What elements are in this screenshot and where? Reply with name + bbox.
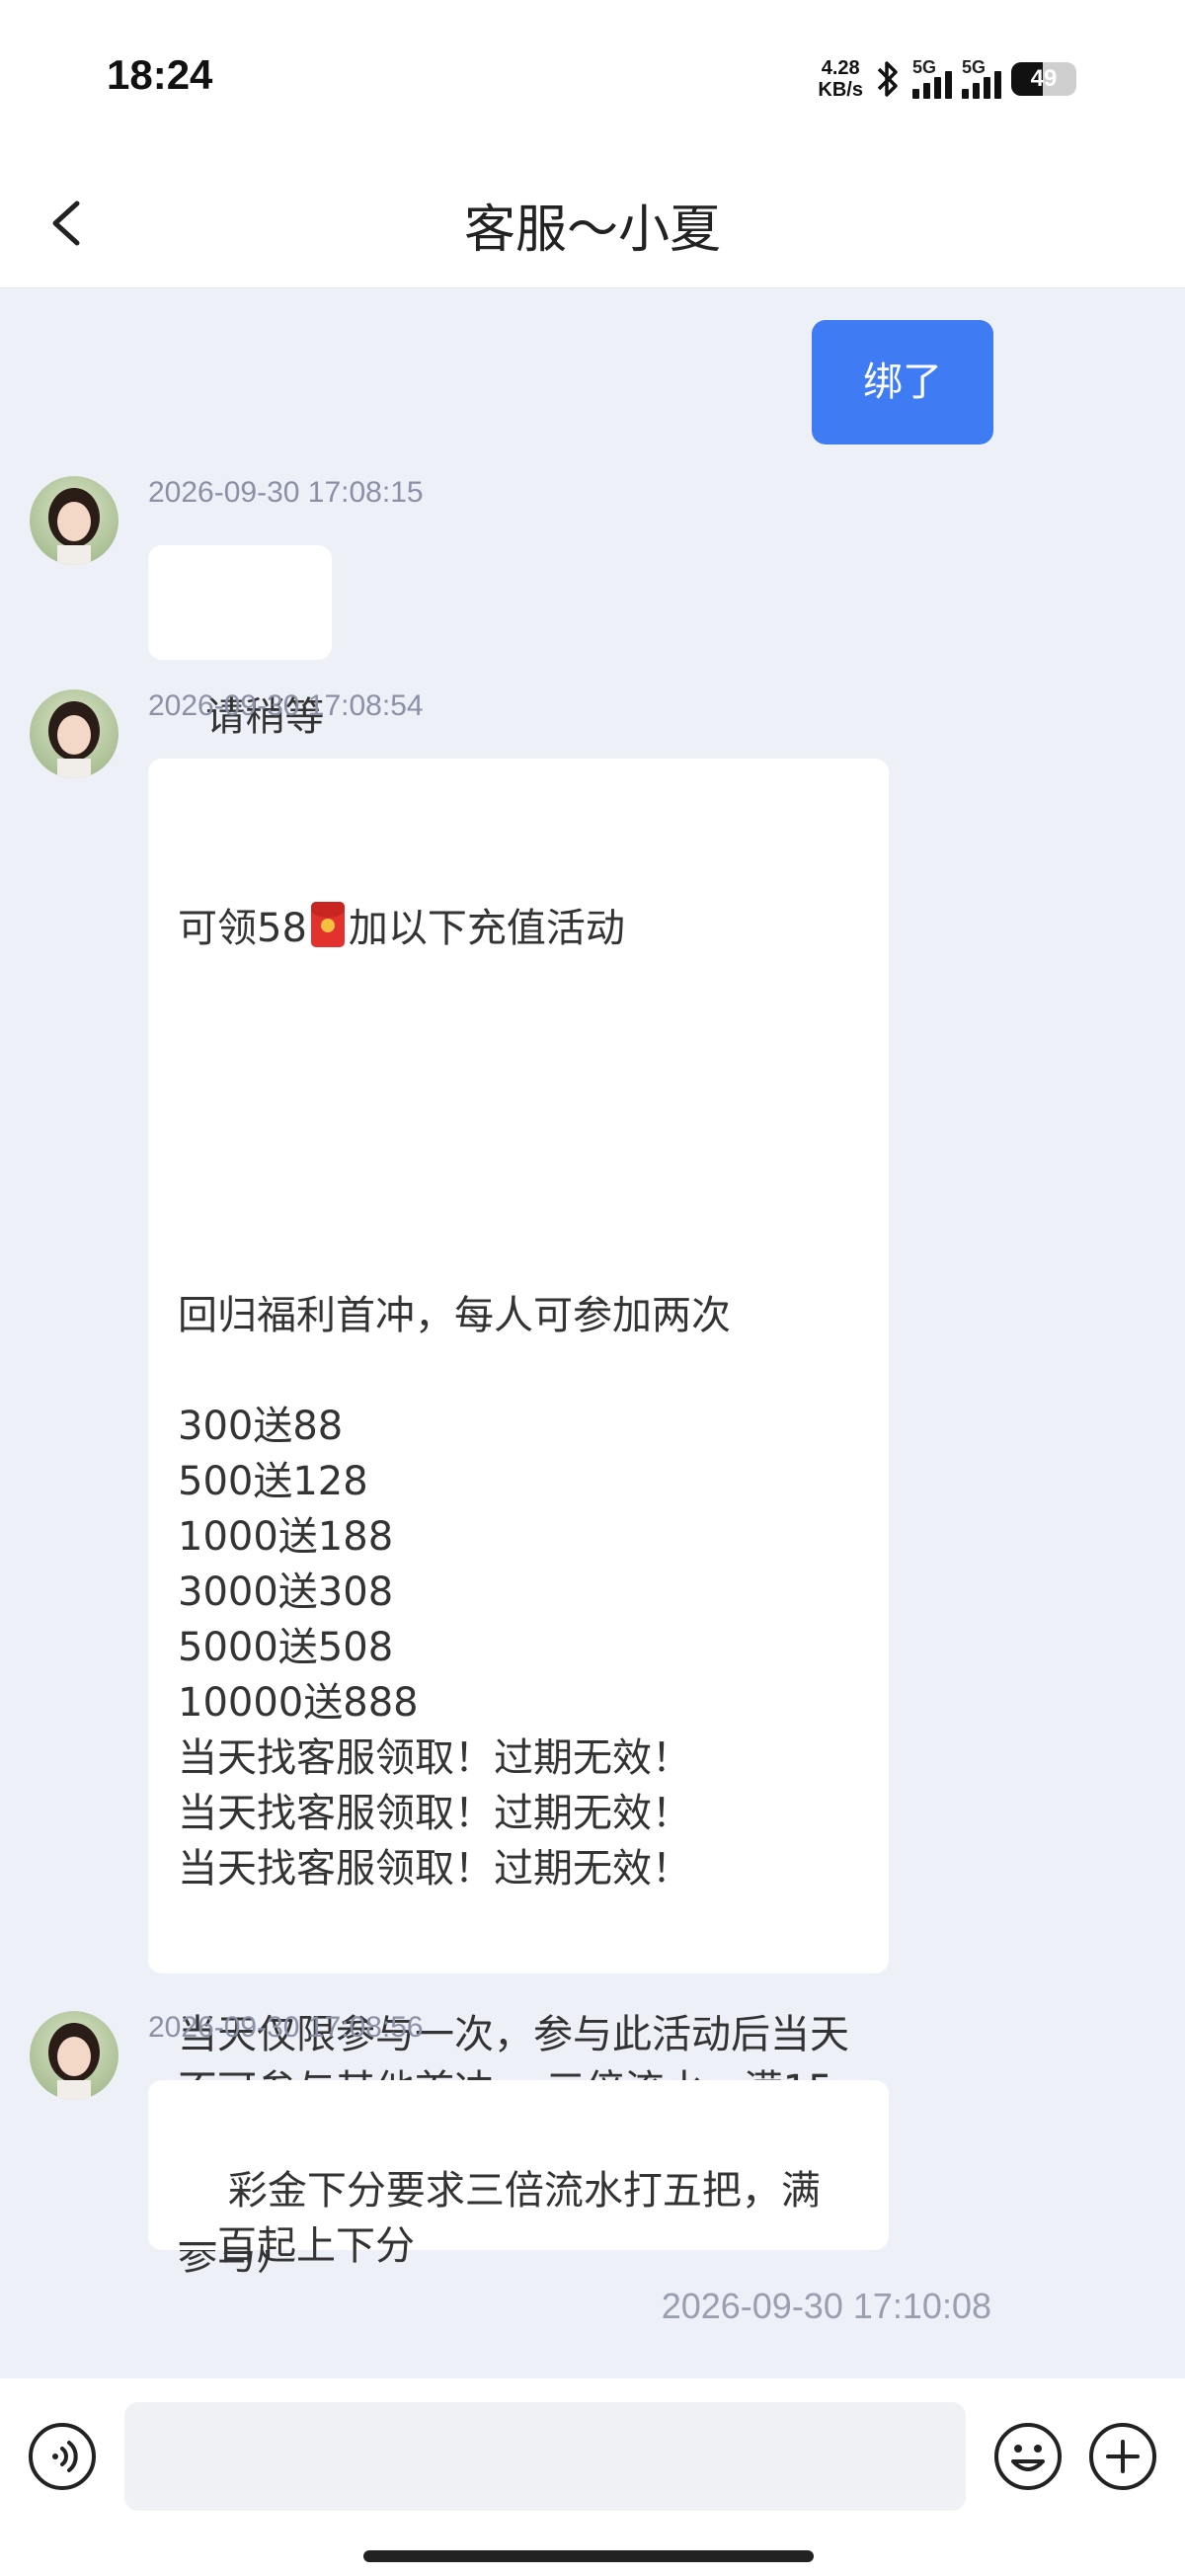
avatar[interactable] xyxy=(30,476,118,565)
agent-message-bubble[interactable]: 请稍等 xyxy=(148,545,332,740)
my-message-bubble[interactable]: 绑了 xyxy=(812,320,993,444)
battery-level: 49 xyxy=(1030,65,1058,92)
input-bar xyxy=(0,2378,1185,2576)
message-timestamp: 2026-09-30 17:08:54 xyxy=(148,689,424,722)
message-timestamp: 2026-09-30 17:08:15 xyxy=(148,476,424,509)
page-title: 客服～小夏 xyxy=(463,201,721,260)
net-speed-value: 4.28 xyxy=(821,57,860,79)
sim1-label: 5G xyxy=(912,57,937,77)
signal-icon: 5G xyxy=(912,57,952,99)
chat-header: 客服～小夏 xyxy=(0,158,1185,288)
message-timestamp: 2026-09-30 17:08:56 xyxy=(148,2011,424,2044)
agent-message-bubble[interactable]: 彩金下分要求三倍流水打五把，满一百起上下分 xyxy=(148,2080,889,2269)
net-speed: 4.28 KB/s xyxy=(818,57,863,101)
message-text: 可领58 xyxy=(178,906,307,951)
avatar[interactable] xyxy=(30,689,118,778)
message-text: 加以下充值活动 xyxy=(348,906,625,951)
sim2-label: 5G xyxy=(962,57,987,77)
battery-icon: 49 xyxy=(1011,62,1076,96)
red-envelope-icon xyxy=(310,902,345,947)
message-list[interactable]: 绑了 2026-09-30 17:08:15 请稍等 2026-09-30 17… xyxy=(0,288,1185,2378)
status-icons: 4.28 KB/s 5G 5G 49 xyxy=(818,54,1076,104)
avatar[interactable] xyxy=(30,2011,118,2100)
bluetooth-icon xyxy=(877,61,898,97)
home-indicator[interactable] xyxy=(363,2550,814,2562)
status-time: 18:24 xyxy=(107,51,213,98)
signal-icon: 5G xyxy=(962,57,1001,99)
message-first-line: 可领58 加以下充值活动 xyxy=(178,901,859,956)
voice-icon[interactable] xyxy=(26,2420,99,2493)
status-bar: 18:24 4.28 KB/s 5G 5G 49 xyxy=(0,0,1185,158)
message-input[interactable] xyxy=(124,2402,966,2511)
net-speed-unit: KB/s xyxy=(818,79,863,101)
agent-message-bubble[interactable]: 可领58 加以下充值活动 回归福利首冲，每人可参加两次 300送88 500送12… xyxy=(148,759,889,2279)
message-text: 绑了 xyxy=(863,360,942,405)
emoji-icon[interactable] xyxy=(991,2420,1065,2493)
message-timestamp: 2026-09-30 17:10:08 xyxy=(661,2286,991,2326)
plus-icon[interactable] xyxy=(1086,2420,1159,2493)
